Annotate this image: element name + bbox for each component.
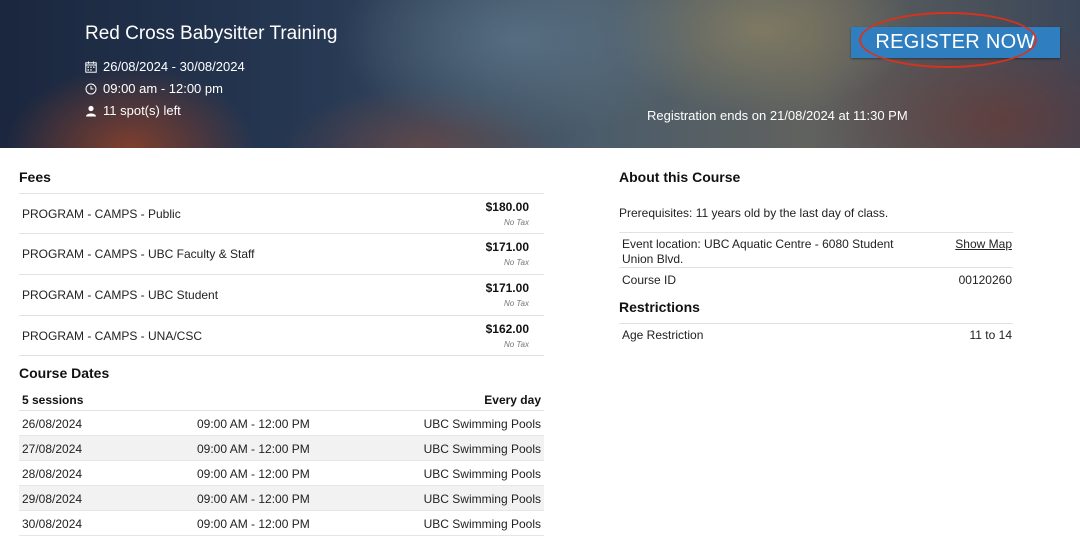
clock-icon xyxy=(85,83,97,94)
restrictions-heading: Restrictions xyxy=(619,299,700,315)
event-location-row: Event location: UBC Aquatic Centre - 608… xyxy=(619,232,1013,268)
age-restriction-row: Age Restriction 11 to 14 xyxy=(619,323,1013,345)
course-time-text: 09:00 am - 12:00 pm xyxy=(103,81,223,96)
fee-price: $171.00 xyxy=(485,281,529,295)
session-time: 09:00 AM - 12:00 PM xyxy=(197,517,310,531)
sessions-count: 5 sessions xyxy=(22,393,84,407)
fee-price: $162.00 xyxy=(485,322,529,336)
session-location: UBC Swimming Pools xyxy=(423,517,541,531)
session-time: 09:00 AM - 12:00 PM xyxy=(197,442,310,456)
fee-row: PROGRAM - CAMPS - UNA/CSC $162.00 No Tax xyxy=(19,315,544,355)
session-time: 09:00 AM - 12:00 PM xyxy=(197,492,310,506)
fee-name: PROGRAM - CAMPS - UBC Student xyxy=(22,288,219,302)
session-location: UBC Swimming Pools xyxy=(423,467,541,481)
course-time-meta: 09:00 am - 12:00 pm xyxy=(85,81,223,96)
calendar-icon xyxy=(85,61,97,73)
course-id-label: Course ID xyxy=(622,273,677,287)
sessions-header-row: 5 sessions Every day xyxy=(19,391,544,411)
spots-left-text: 11 spot(s) left xyxy=(103,103,181,118)
course-dates-heading: Course Dates xyxy=(19,365,110,381)
fee-name: PROGRAM - CAMPS - UNA/CSC xyxy=(22,329,203,343)
session-location: UBC Swimming Pools xyxy=(423,442,541,456)
course-header-banner: Red Cross Babysitter Training 26/08/2024… xyxy=(0,0,1080,148)
about-course-heading: About this Course xyxy=(619,169,741,185)
session-row: 29/08/2024 09:00 AM - 12:00 PM UBC Swimm… xyxy=(19,486,544,511)
session-row: 30/08/2024 09:00 AM - 12:00 PM UBC Swimm… xyxy=(19,511,544,536)
fee-row: PROGRAM - CAMPS - UBC Faculty & Staff $1… xyxy=(19,233,544,273)
registration-ends-text: Registration ends on 21/08/2024 at 11:30… xyxy=(647,108,908,123)
fee-tax: No Tax xyxy=(503,218,529,227)
session-date: 29/08/2024 xyxy=(22,492,83,506)
session-date: 27/08/2024 xyxy=(22,442,83,456)
course-dates-text: 26/08/2024 - 30/08/2024 xyxy=(103,59,245,74)
course-title: Red Cross Babysitter Training xyxy=(85,23,338,44)
course-dates-meta: 26/08/2024 - 30/08/2024 xyxy=(85,59,245,74)
session-location: UBC Swimming Pools xyxy=(423,492,541,506)
fee-tax: No Tax xyxy=(503,299,529,308)
session-location: UBC Swimming Pools xyxy=(423,417,541,431)
fee-name: PROGRAM - CAMPS - UBC Faculty & Staff xyxy=(22,247,255,261)
fee-price: $171.00 xyxy=(485,240,529,254)
fees-divider xyxy=(19,355,544,356)
session-row: 26/08/2024 09:00 AM - 12:00 PM UBC Swimm… xyxy=(19,411,544,436)
session-row: 28/08/2024 09:00 AM - 12:00 PM UBC Swimm… xyxy=(19,461,544,486)
age-restriction-value: 11 to 14 xyxy=(969,328,1012,342)
spots-left-meta: 11 spot(s) left xyxy=(85,103,181,118)
fee-name: PROGRAM - CAMPS - Public xyxy=(22,207,181,221)
register-now-button[interactable]: REGISTER NOW xyxy=(851,27,1060,58)
session-date: 28/08/2024 xyxy=(22,467,83,481)
person-icon xyxy=(86,105,96,116)
fee-price: $180.00 xyxy=(485,200,529,214)
session-time: 09:00 AM - 12:00 PM xyxy=(197,417,310,431)
session-time: 09:00 AM - 12:00 PM xyxy=(197,467,310,481)
sessions-frequency: Every day xyxy=(484,393,541,407)
course-id-value: 00120260 xyxy=(958,273,1012,287)
fee-tax: No Tax xyxy=(503,258,529,267)
fee-row: PROGRAM - CAMPS - Public $180.00 No Tax xyxy=(19,193,544,233)
show-map-link[interactable]: Show Map xyxy=(955,237,1012,251)
event-location-text: Event location: UBC Aquatic Centre - 608… xyxy=(622,237,894,266)
course-id-row: Course ID 00120260 xyxy=(619,269,1013,291)
age-restriction-label: Age Restriction xyxy=(622,328,704,342)
fees-heading: Fees xyxy=(19,169,51,185)
prerequisites-text: Prerequisites: 11 years old by the last … xyxy=(619,206,889,220)
session-date: 26/08/2024 xyxy=(22,417,83,431)
session-row: 27/08/2024 09:00 AM - 12:00 PM UBC Swimm… xyxy=(19,436,544,461)
session-date: 30/08/2024 xyxy=(22,517,83,531)
fee-tax: No Tax xyxy=(503,340,529,349)
fee-row: PROGRAM - CAMPS - UBC Student $171.00 No… xyxy=(19,274,544,314)
